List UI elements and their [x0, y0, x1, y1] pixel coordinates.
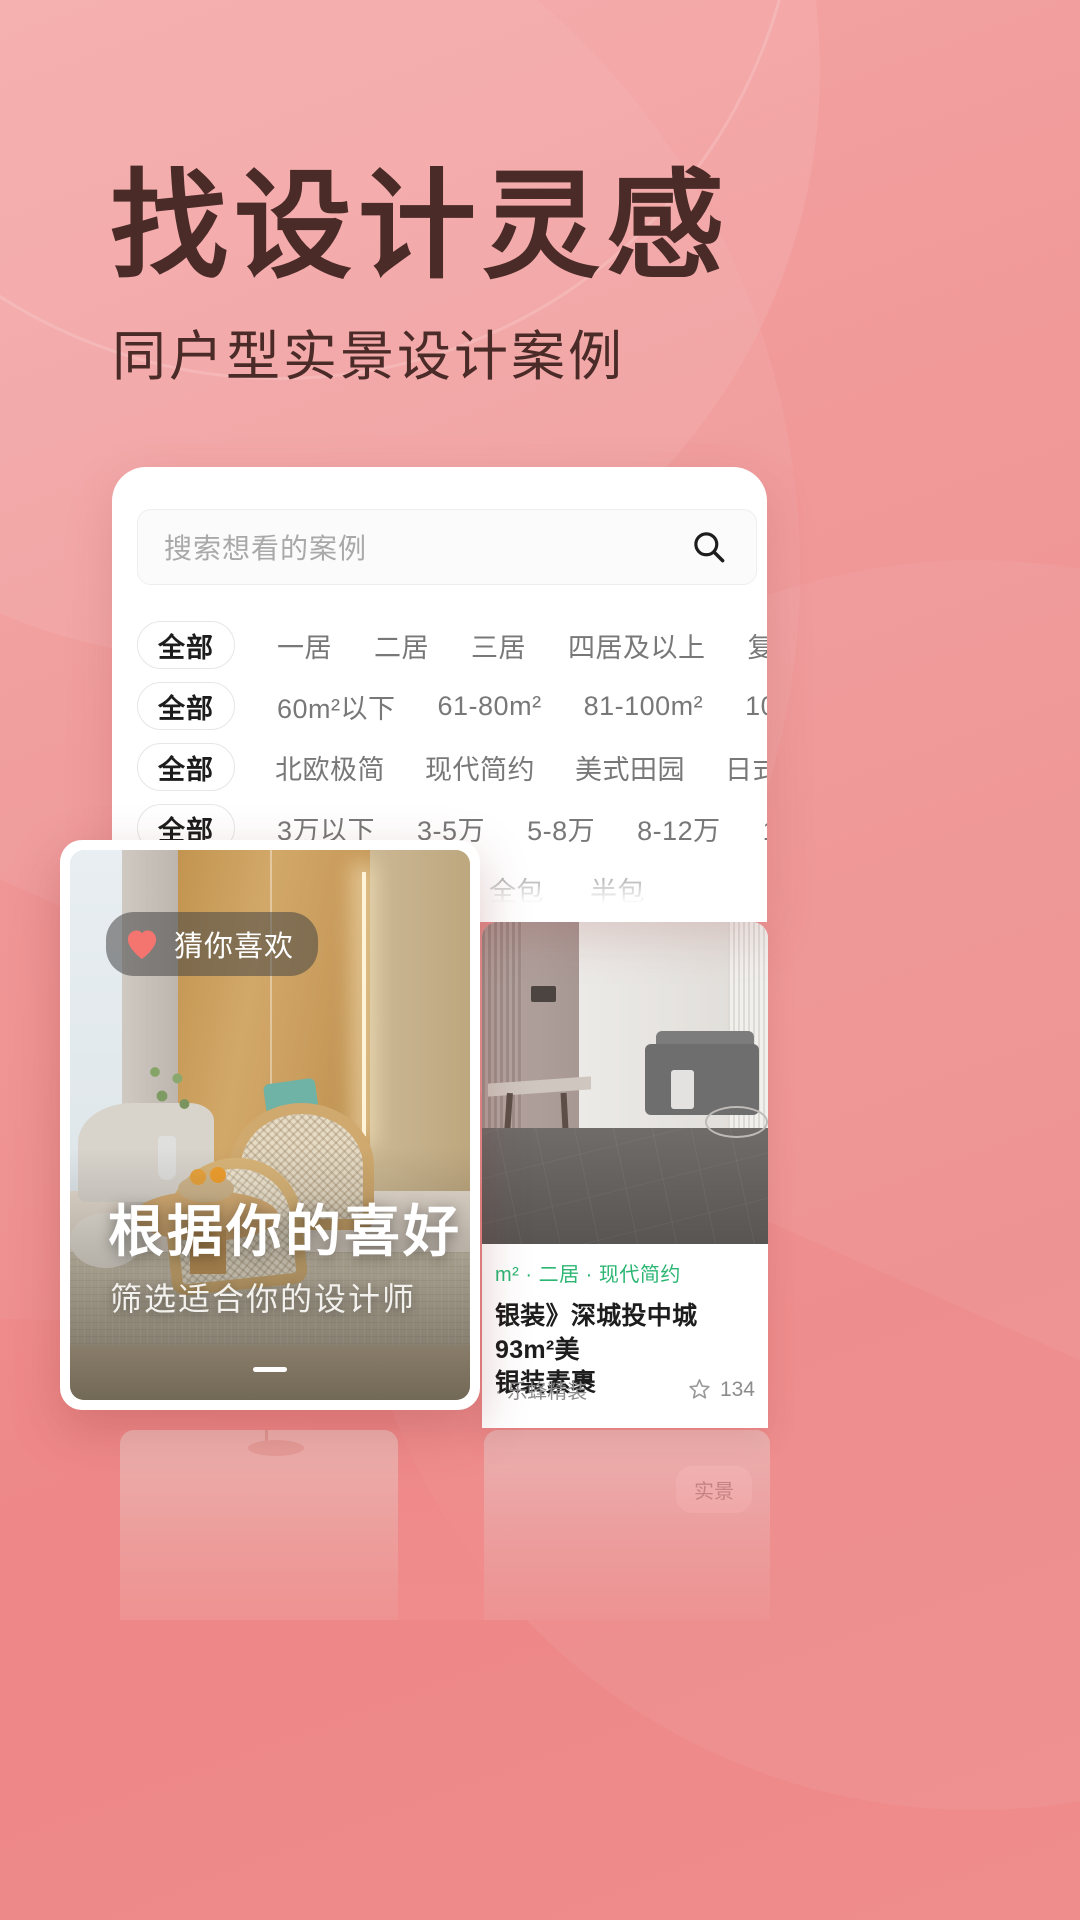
filter-all-style[interactable]: 全部: [137, 743, 235, 791]
filter-option[interactable]: 美式田园: [575, 748, 685, 787]
pendant-lamp-icon: [247, 1440, 304, 1456]
promo-right-wall: [370, 850, 470, 1191]
filter-row-layout: 全部 一居 二居 三居 四居及以上 复式 样板间: [137, 615, 767, 675]
photo-round-table: [705, 1105, 768, 1138]
case-title-line1: 银装》深城投中城93m²美: [495, 1302, 698, 1364]
strip-card-left[interactable]: [120, 1430, 398, 1620]
search-icon[interactable]: [690, 528, 728, 566]
promo-headline: 根据你的喜好: [108, 1200, 462, 1263]
filter-row-area: 全部 60m²以下 61-80m² 81-100m² 101-120m² 1: [137, 676, 767, 736]
photo-wall-slats: [482, 922, 523, 1129]
filter-option[interactable]: 一居: [277, 626, 332, 665]
favorite-count: 134: [719, 1377, 755, 1401]
search-placeholder: 搜索想看的案例: [164, 533, 368, 564]
filter-row-style: 全部 北欧极简 现代简约 美式田园 日式 中式现代: [137, 737, 767, 797]
filter-option[interactable]: 61-80m²: [438, 691, 542, 722]
favorite-count-group[interactable]: 134: [687, 1377, 755, 1402]
filter-option[interactable]: 全包: [489, 870, 544, 909]
case-result-card[interactable]: m² · 二居 · 现代简约 银装》深城投中城93m²美 银装素裹 · 乐蜂精装…: [482, 922, 768, 1428]
search-bar-wrapper: 搜索想看的案例: [137, 509, 757, 585]
filter-option[interactable]: 北欧极简: [275, 748, 385, 787]
search-input[interactable]: 搜索想看的案例: [137, 509, 757, 585]
page-title: 找设计灵感: [110, 161, 731, 293]
case-brand: · 乐蜂精装: [495, 1381, 588, 1403]
star-icon: [689, 1379, 710, 1399]
wall-switch-icon: [530, 986, 557, 1003]
page-subtitle: 同户型实景设计案例: [112, 327, 625, 387]
filter-all-area[interactable]: 全部: [137, 682, 235, 730]
filter-option[interactable]: 复式: [748, 626, 768, 665]
filter-option[interactable]: 101-120m²: [745, 691, 767, 722]
filter-option[interactable]: 现代简约: [425, 748, 535, 787]
case-tags: m² · 二居 · 现代简约: [495, 1264, 681, 1286]
result-strip: 实景: [120, 1430, 770, 1620]
photo-robot-vacuum: [670, 1070, 694, 1109]
filter-option[interactable]: 60m²以下: [277, 687, 396, 726]
filter-option[interactable]: 日式: [725, 748, 767, 787]
status-badge: 实景: [676, 1466, 752, 1513]
filter-all-layout[interactable]: 全部: [137, 621, 235, 669]
promo-subline: 筛选适合你的设计师: [110, 1281, 417, 1317]
carousel-pagination[interactable]: [253, 1367, 287, 1372]
recommendation-badge: 猜你喜欢: [106, 912, 319, 976]
photo-sofa: [645, 1044, 760, 1116]
filter-option[interactable]: 半包: [590, 870, 645, 909]
carousel-dot-active[interactable]: [253, 1367, 287, 1372]
case-photo: [482, 922, 768, 1244]
promo-led-strip: [362, 872, 366, 1136]
filter-option[interactable]: 12-18万: [763, 809, 767, 848]
filter-option[interactable]: 四居及以上: [568, 626, 706, 665]
filter-option[interactable]: 三居: [471, 626, 526, 665]
recommendation-badge-label: 猜你喜欢: [174, 931, 295, 963]
filter-option[interactable]: 8-12万: [637, 809, 721, 848]
strip-card-right[interactable]: 实景: [484, 1430, 770, 1620]
promo-image: 猜你喜欢 根据你的喜好 筛选适合你的设计师: [70, 850, 470, 1400]
promo-plant: [134, 1048, 204, 1128]
filter-option[interactable]: 二居: [374, 626, 429, 665]
recommendation-promo-card[interactable]: 猜你喜欢 根据你的喜好 筛选适合你的设计师: [60, 840, 480, 1410]
filter-option[interactable]: 5-8万: [527, 809, 595, 848]
photo-floor: [482, 1128, 768, 1244]
heart-icon: [127, 930, 157, 959]
filter-option[interactable]: 81-100m²: [584, 691, 704, 722]
case-card-footer: · 乐蜂精装 134: [495, 1375, 755, 1404]
